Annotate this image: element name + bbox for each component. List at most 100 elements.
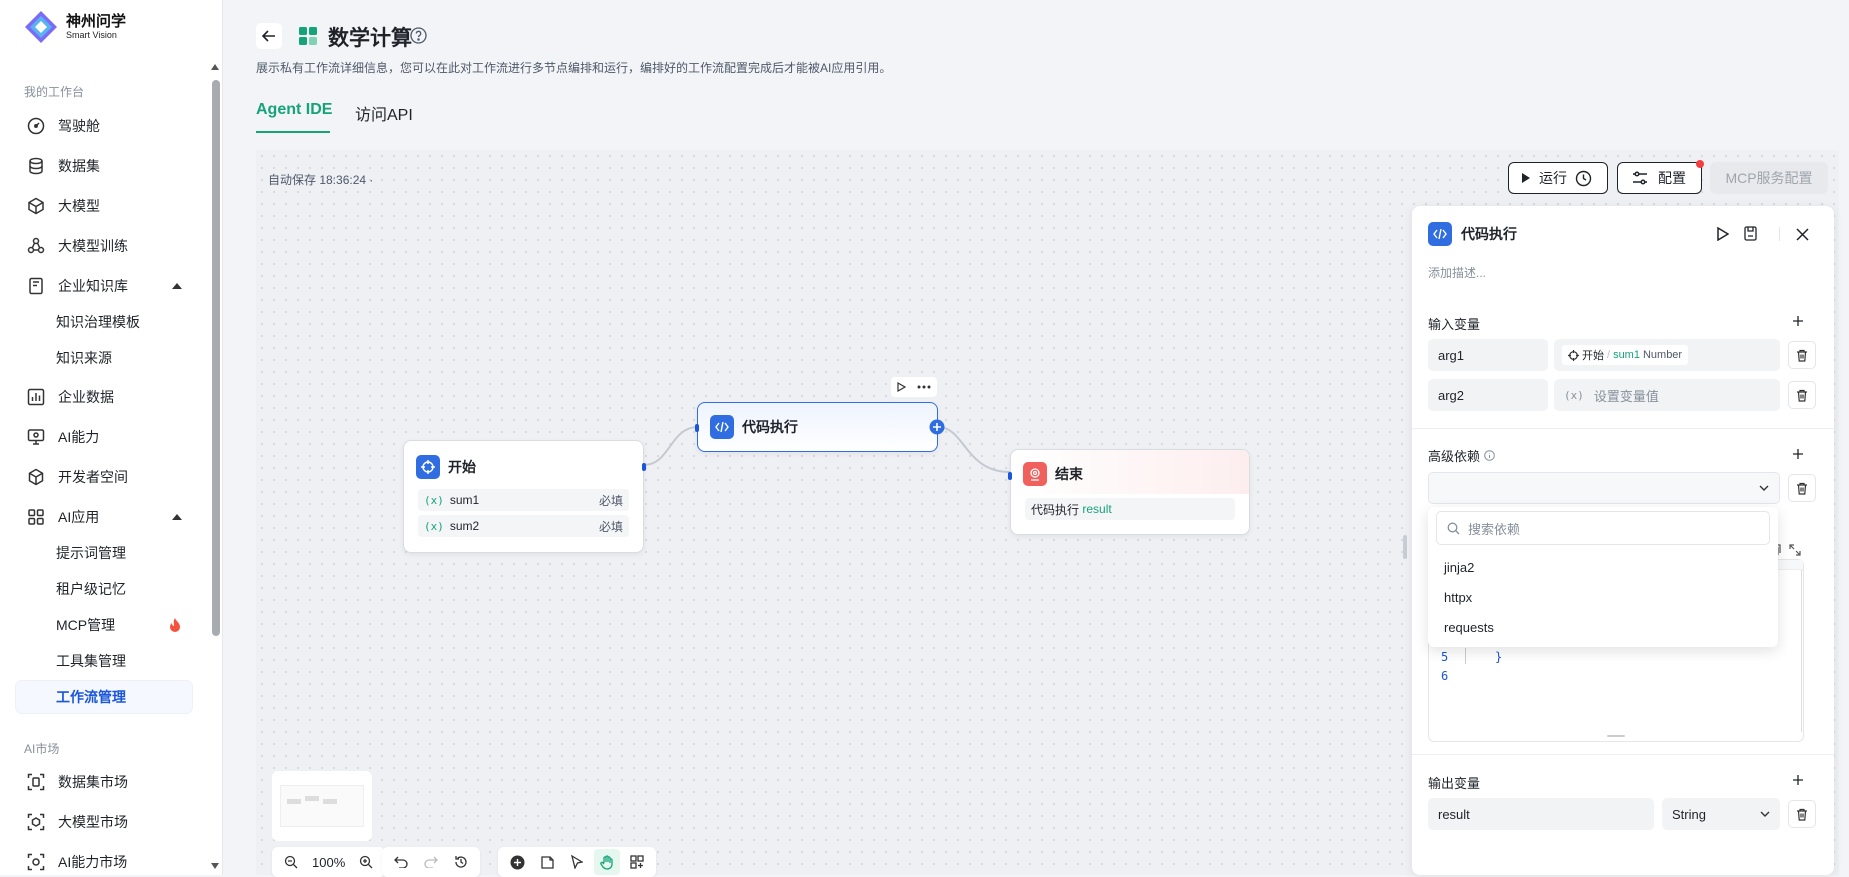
sidebar-item-tenant-memory[interactable]: 租户级记忆 [16, 573, 192, 605]
run-node-icon[interactable] [1717, 227, 1729, 241]
config-button[interactable]: 配置 [1617, 160, 1704, 194]
dependency-option[interactable]: requests [1444, 620, 1494, 635]
input-name-field[interactable]: arg2 [1428, 379, 1548, 411]
deps-title-text: 高级依赖 [1428, 449, 1481, 464]
run-label: 运行 [1539, 170, 1567, 186]
sidebar-item-mcp[interactable]: MCP管理 [16, 609, 192, 641]
input-name-field[interactable]: arg1 [1428, 339, 1548, 371]
add-node-button[interactable] [504, 849, 530, 875]
output-port[interactable] [642, 463, 646, 471]
tab-agent-ide[interactable]: Agent IDE [256, 101, 332, 119]
close-icon[interactable] [1796, 228, 1809, 241]
sidebar-item-ability-market[interactable]: AI能力市场 [16, 846, 192, 875]
scroll-thumb[interactable] [212, 80, 220, 636]
mcp-config-button[interactable]: MCP服务配置 [1710, 162, 1828, 194]
input-port[interactable] [695, 424, 699, 432]
info-icon[interactable] [1484, 450, 1495, 461]
sidebar-item-label: 工具集管理 [56, 653, 126, 669]
sidebar-item-prompts[interactable]: 提示词管理 [16, 537, 192, 569]
back-button[interactable] [256, 23, 282, 49]
target-icon [416, 455, 440, 479]
zoom-in-button[interactable] [353, 849, 379, 875]
panel-resize-handle[interactable] [1403, 535, 1407, 559]
zoom-out-button[interactable] [278, 849, 304, 875]
sidebar-scrollbar[interactable] [208, 60, 222, 875]
scroll-down-icon[interactable] [211, 863, 219, 869]
tab-access-api[interactable]: 访问API [355, 101, 413, 125]
hand-tool[interactable] [594, 849, 620, 875]
dependency-select[interactable] [1428, 472, 1780, 504]
sidebar-item-knowledge[interactable]: 企业知识库 [16, 270, 192, 302]
add-output-icon[interactable] [1792, 774, 1804, 786]
node-code-exec[interactable]: 代码执行 [695, 402, 945, 452]
sidebar-item-toolsets[interactable]: 工具集管理 [16, 645, 192, 677]
output-type-select[interactable]: String [1662, 798, 1780, 830]
run-button[interactable]: 运行 [1508, 162, 1608, 194]
notification-dot [1696, 160, 1704, 168]
sidebar-item-dataset-market[interactable]: 数据集市场 [16, 766, 192, 798]
add-note-button[interactable] [534, 849, 560, 875]
sidebar-item-model-market[interactable]: 大模型市场 [16, 806, 192, 838]
auto-layout-button[interactable] [624, 849, 650, 875]
undo-button[interactable] [388, 849, 414, 875]
database-icon [26, 156, 46, 176]
help-icon[interactable] [410, 27, 427, 44]
sidebar-item-knowledge-template[interactable]: 知识治理模板 [16, 306, 192, 338]
zoom-in-icon [360, 855, 373, 869]
delete-input-button[interactable] [1788, 341, 1816, 369]
scroll-up-icon[interactable] [211, 64, 219, 70]
expand-icon[interactable] [1789, 544, 1801, 556]
node-start[interactable]: 开始 (x) sum1 必填 (x) sum2 必填 [403, 440, 646, 553]
var-name: sum1 [449, 493, 480, 507]
delete-output-button[interactable] [1788, 800, 1816, 828]
sidebar-item-workflows[interactable]: 工作流管理 [16, 681, 192, 713]
editor-resize-handle[interactable] [1607, 735, 1625, 737]
dependency-option[interactable]: httpx [1444, 590, 1472, 605]
tab-active-indicator [256, 131, 330, 133]
variable-icon: (x) [424, 519, 444, 533]
dependency-search-input[interactable]: 搜索依赖 [1436, 511, 1770, 545]
code-line-number: 5 [1441, 650, 1449, 664]
pointer-tool[interactable] [564, 849, 590, 875]
undo-icon [394, 856, 408, 868]
history-controls [382, 847, 480, 877]
sidebar-item-cockpit[interactable]: 驾驶舱 [16, 110, 192, 142]
history-run-icon[interactable] [1575, 170, 1592, 187]
minimap[interactable] [272, 771, 372, 841]
sidebar-item-models[interactable]: 大模型 [16, 190, 192, 222]
sidebar-item-ai-ability[interactable]: AI能力 [16, 421, 192, 453]
input-port[interactable] [1008, 472, 1012, 480]
dependency-option[interactable]: jinja2 [1444, 560, 1474, 575]
note-icon [540, 855, 554, 869]
input-value-field[interactable]: (x) 设置变量值 [1554, 379, 1780, 411]
input-value-ref[interactable]: 开始 / sum1 Number [1554, 339, 1780, 371]
delete-input-button[interactable] [1788, 381, 1816, 409]
sidebar-item-model-training[interactable]: 大模型训练 [16, 230, 192, 262]
redo-button[interactable] [418, 849, 444, 875]
sidebar-item-knowledge-source[interactable]: 知识来源 [16, 342, 192, 374]
caret-up-icon [172, 514, 182, 520]
sidebar-item-label: 大模型训练 [58, 238, 128, 254]
sidebar-item-ai-apps[interactable]: AI应用 [16, 501, 192, 533]
panel-title: 代码执行 [1461, 226, 1517, 242]
book-icon [26, 276, 46, 296]
sidebar-item-dev-space[interactable]: 开发者空间 [16, 461, 192, 493]
more-icon[interactable] [917, 385, 931, 389]
brand-logo[interactable]: 神州问学 Smart Vision [24, 10, 126, 44]
play-icon[interactable] [897, 382, 906, 392]
arrow-left-icon [262, 30, 275, 42]
output-name-field[interactable]: result [1428, 798, 1654, 830]
history-button[interactable] [448, 849, 474, 875]
sidebar-item-datasets[interactable]: 数据集 [16, 150, 192, 182]
save-icon[interactable] [1744, 226, 1757, 241]
add-input-icon[interactable] [1792, 315, 1804, 327]
node-end-title: 结束 [1055, 466, 1083, 482]
add-dependency-icon[interactable] [1792, 448, 1804, 460]
add-description[interactable]: 添加描述... [1428, 264, 1486, 281]
input-vars-title: 输入变量 [1428, 317, 1481, 332]
delete-dependency-button[interactable] [1788, 474, 1816, 502]
sidebar-item-enterprise-data[interactable]: 企业数据 [16, 381, 192, 413]
node-end[interactable]: 结束 代码执行 result [1008, 449, 1250, 535]
add-node-icon[interactable] [929, 419, 945, 435]
sidebar-item-label: AI应用 [58, 509, 100, 525]
